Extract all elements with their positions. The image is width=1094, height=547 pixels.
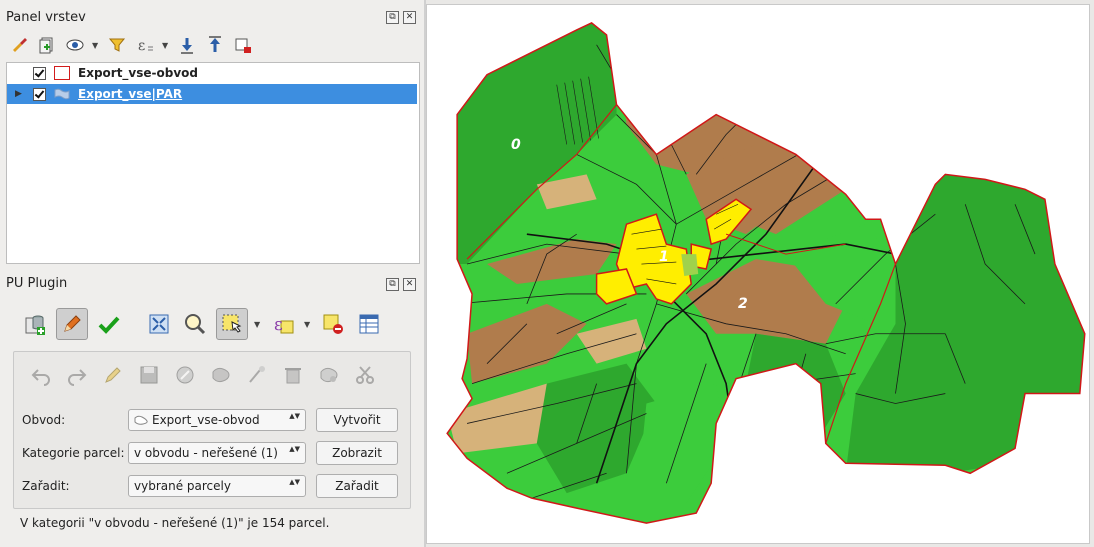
- zoom-selected-button[interactable]: [180, 309, 210, 339]
- remove-layer-button[interactable]: [232, 34, 254, 56]
- close-panel-button[interactable]: ✕: [403, 278, 416, 291]
- expand-arrow-icon[interactable]: ▶: [15, 89, 25, 99]
- pu-plugin-title: PU Plugin: [6, 276, 68, 291]
- polygon-layer-icon: [134, 415, 148, 425]
- table-icon: [359, 314, 379, 334]
- pu-plugin-toolbar: ▼ ε ▼: [20, 308, 384, 340]
- select-expression-button[interactable]: ε: [268, 309, 298, 339]
- left-dock-area: Panel vrstev ⧉ ✕ ▼ ε ▼ Export_vse-obvod …: [0, 0, 424, 547]
- layer-row-export-vse-par[interactable]: ▶ Export_vse|PAR: [7, 84, 417, 104]
- filter-icon: [108, 38, 126, 52]
- style-manager-button[interactable]: [8, 34, 30, 56]
- pencil-icon: [64, 315, 81, 332]
- confirm-button[interactable]: [94, 309, 124, 339]
- obvod-combobox[interactable]: Export_vse-obvod ▲▼: [128, 409, 306, 431]
- pu-plugin-controls: ⧉ ✕: [386, 278, 416, 291]
- checkmark-icon: [98, 316, 120, 334]
- layer-row-export-vse-obvod[interactable]: Export_vse-obvod: [7, 63, 417, 83]
- map-label-one: 1: [659, 249, 669, 265]
- pencil-icon[interactable]: [102, 364, 124, 386]
- spin-arrows-icon: ▲▼: [289, 478, 300, 486]
- magnifier-icon: [185, 314, 206, 335]
- chevron-down-icon[interactable]: ▼: [254, 320, 262, 329]
- cut-icon[interactable]: [354, 364, 376, 386]
- map-label-zero: 0: [511, 137, 521, 153]
- add-feature-icon[interactable]: [210, 364, 232, 386]
- collapse-all-icon: [209, 36, 221, 52]
- kategorie-label: Kategorie parcel:: [22, 446, 125, 460]
- spin-arrows-icon: ▲▼: [289, 412, 300, 420]
- polygon-symbol-icon: [54, 66, 70, 80]
- split-feature-icon[interactable]: [318, 364, 340, 386]
- node-tool-icon[interactable]: [246, 364, 268, 386]
- parcel-map[interactable]: [427, 5, 1089, 543]
- layer-visibility-checkbox[interactable]: [33, 66, 46, 80]
- filter-button[interactable]: [106, 34, 128, 56]
- zaradit-button[interactable]: Zařadit: [316, 474, 398, 498]
- collapse-all-button[interactable]: [204, 34, 226, 56]
- edit-toolbar: [30, 364, 376, 386]
- filter-expression-button[interactable]: ε: [134, 34, 156, 56]
- redo-icon[interactable]: [66, 364, 88, 386]
- svg-text:ε: ε: [274, 315, 283, 335]
- database-add-icon: [25, 315, 45, 335]
- layer-visibility-checkbox[interactable]: [33, 87, 46, 101]
- layers-panel-title: Panel vrstev: [6, 10, 86, 25]
- edit-mode-button[interactable]: [56, 308, 88, 340]
- layers-panel-controls: ⧉ ✕: [386, 11, 416, 24]
- zaradit-combobox[interactable]: vybrané parcely ▲▼: [128, 475, 306, 497]
- chevron-down-icon[interactable]: ▼: [92, 41, 100, 50]
- chevron-down-icon[interactable]: ▼: [304, 320, 312, 329]
- close-panel-button[interactable]: ✕: [403, 11, 416, 24]
- flag-icon: [54, 88, 70, 100]
- vytvorit-button[interactable]: Vytvořit: [316, 408, 398, 432]
- paintbrush-icon: [13, 38, 27, 52]
- layers-toolbar: ▼ ε ▼: [8, 34, 254, 56]
- layer-name: Export_vse|PAR: [78, 87, 183, 101]
- map-canvas[interactable]: 0 1 2: [426, 4, 1090, 544]
- expand-all-button[interactable]: [176, 34, 198, 56]
- zoom-full-button[interactable]: [144, 309, 174, 339]
- attribute-table-button[interactable]: [354, 309, 384, 339]
- status-message: V kategorii "v obvodu - neřešené (1)" je…: [20, 516, 330, 530]
- obvod-value: Export_vse-obvod: [152, 413, 260, 427]
- deselect-icon: [323, 314, 343, 334]
- zobrazit-button[interactable]: Zobrazit: [316, 441, 398, 465]
- expression-icon: ε: [138, 38, 153, 54]
- add-group-button[interactable]: [36, 34, 58, 56]
- deselect-button[interactable]: [318, 309, 348, 339]
- chevron-down-icon[interactable]: ▼: [162, 41, 170, 50]
- zoom-full-icon: [149, 314, 169, 334]
- kategorie-combobox[interactable]: v obvodu - neřešené (1) ▲▼: [128, 442, 306, 464]
- float-panel-button[interactable]: ⧉: [386, 11, 399, 24]
- zaradit-value: vybrané parcely: [134, 479, 231, 493]
- save-edits-icon[interactable]: [138, 364, 160, 386]
- select-icon: [222, 314, 242, 333]
- remove-layer-icon: [235, 38, 251, 53]
- zaradit-label: Zařadit:: [22, 479, 70, 493]
- svg-text:ε: ε: [138, 38, 145, 54]
- obvod-label: Obvod:: [22, 413, 66, 427]
- layer-tree[interactable]: Export_vse-obvod ▶ Export_vse|PAR: [6, 62, 420, 264]
- eye-icon: [66, 39, 84, 51]
- undo-icon[interactable]: [30, 364, 52, 386]
- cancel-edits-icon[interactable]: [174, 364, 196, 386]
- edit-group-box: Obvod: Export_vse-obvod ▲▼ Vytvořit Kate…: [13, 351, 411, 509]
- kategorie-value: v obvodu - neřešené (1): [134, 446, 278, 460]
- expand-all-icon: [181, 38, 193, 54]
- select-features-button[interactable]: [216, 308, 248, 340]
- add-group-icon: [39, 37, 53, 54]
- visibility-button[interactable]: [64, 34, 86, 56]
- expression-select-icon: ε: [274, 315, 294, 335]
- float-panel-button[interactable]: ⧉: [386, 278, 399, 291]
- map-label-two: 2: [738, 296, 748, 312]
- trash-icon[interactable]: [282, 364, 304, 386]
- spin-arrows-icon: ▲▼: [289, 445, 300, 453]
- add-database-button[interactable]: [20, 309, 50, 339]
- layer-name: Export_vse-obvod: [78, 66, 198, 80]
